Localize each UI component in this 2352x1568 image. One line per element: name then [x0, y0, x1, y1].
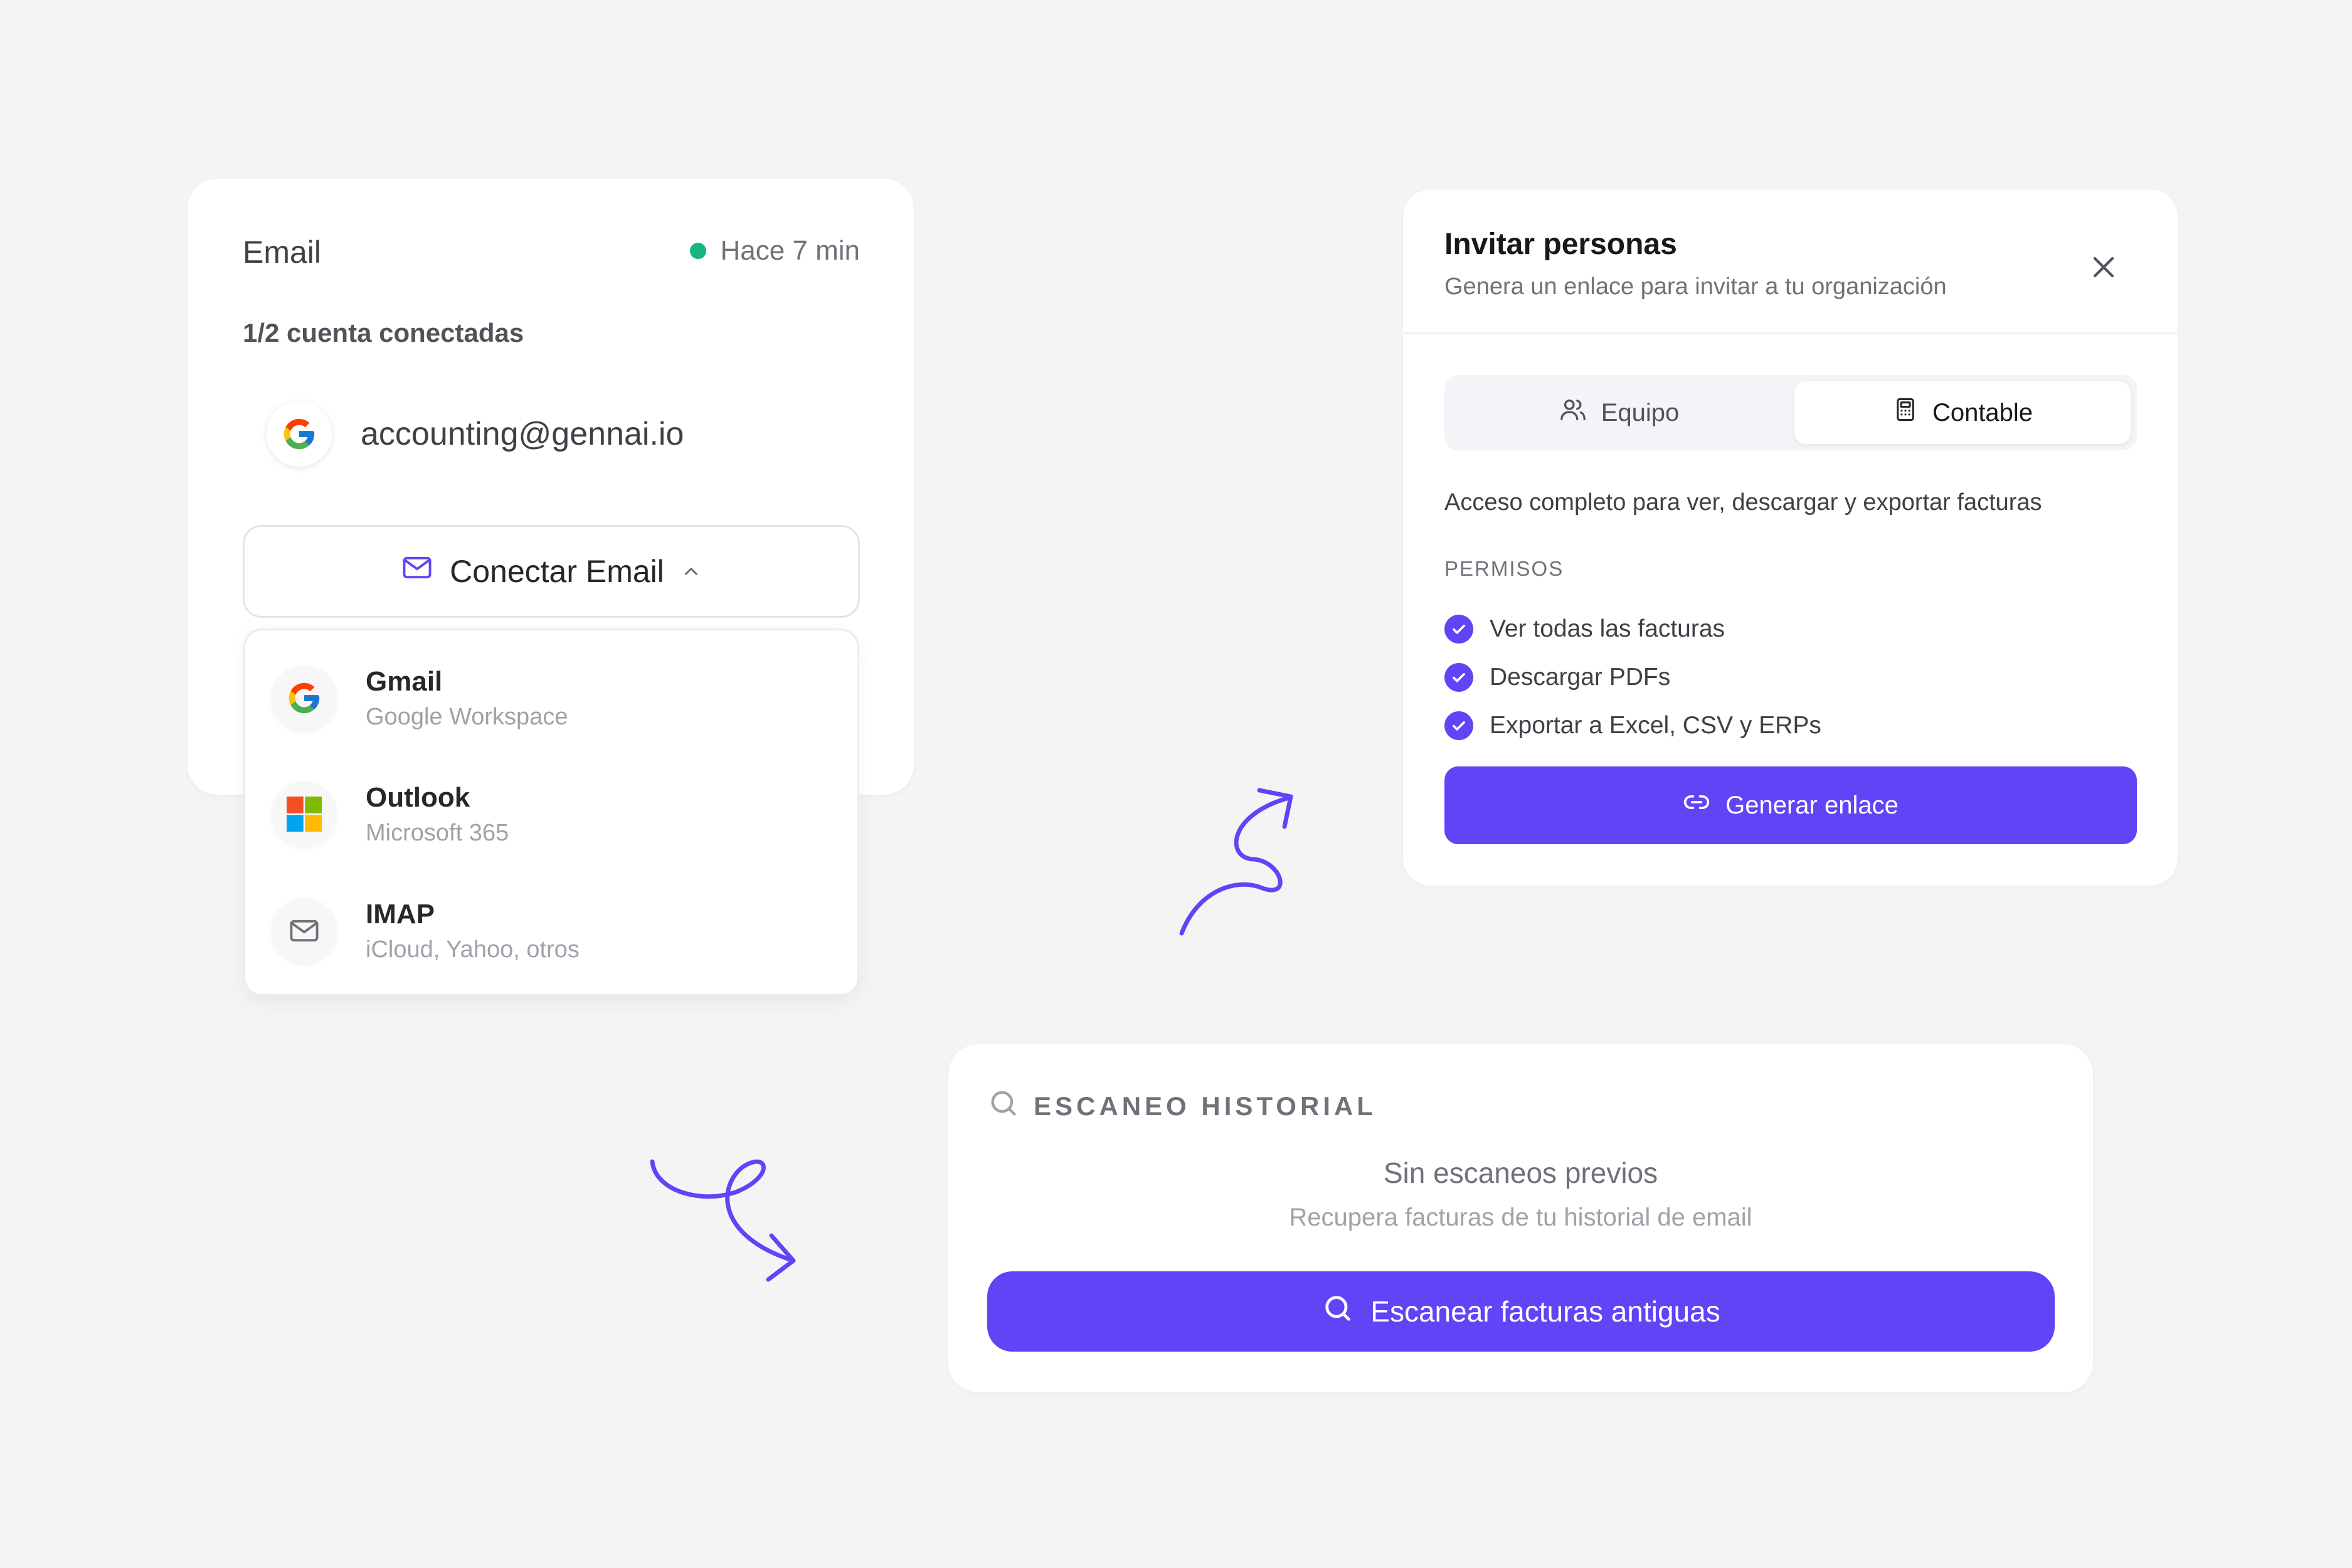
status-dot-icon: [690, 243, 707, 259]
role-segmented-control: Equipo Contable: [1444, 375, 2137, 450]
scan-heading: ESCANEO HISTORIAL: [987, 1087, 1377, 1126]
permission-item: Ver todas las facturas: [1444, 605, 1821, 653]
permissions-heading: PERMISOS: [1444, 557, 1564, 580]
close-icon[interactable]: [2086, 250, 2121, 285]
scan-heading-text: ESCANEO HISTORIAL: [1034, 1091, 1377, 1121]
tab-equipo[interactable]: Equipo: [1451, 381, 1787, 444]
tab-label: Contable: [1932, 398, 2033, 426]
permission-item: Exportar a Excel, CSV y ERPs: [1444, 701, 1821, 750]
divider: [1403, 332, 2178, 334]
history-scan-card: ESCANEO HISTORIAL Sin escaneos previos R…: [948, 1044, 2093, 1392]
users-icon: [1559, 395, 1587, 430]
provider-name: Outlook: [366, 781, 470, 813]
email-card-title: Email: [243, 235, 322, 270]
generate-link-label: Generar enlace: [1725, 791, 1899, 819]
google-icon: [267, 401, 332, 467]
search-icon: [987, 1087, 1020, 1126]
invite-subtitle: Genera un enlace para invitar a tu organ…: [1444, 273, 1947, 300]
check-circle-icon: [1444, 614, 1473, 644]
accounts-count: 1/2 cuenta conectadas: [243, 318, 524, 347]
provider-gmail[interactable]: Gmail Google Workspace: [272, 665, 836, 731]
scan-button-label: Escanear facturas antiguas: [1370, 1295, 1720, 1328]
sync-status-text: Hace 7 min: [720, 235, 860, 266]
permission-label: Exportar a Excel, CSV y ERPs: [1490, 711, 1821, 739]
calculator-icon: [1892, 396, 1919, 429]
connect-email-button[interactable]: Conectar Email: [243, 525, 860, 618]
permissions-list: Ver todas las facturas Descargar PDFs Ex…: [1444, 605, 1821, 750]
mail-icon: [272, 898, 337, 963]
invite-card: Invitar personas Genera un enlace para i…: [1403, 189, 2178, 886]
squiggle-arrow-up-icon: [1179, 788, 1293, 936]
check-circle-icon: [1444, 711, 1473, 740]
connected-account[interactable]: accounting@gennai.io: [267, 401, 684, 467]
provider-name: IMAP: [366, 898, 435, 930]
chevron-up-icon: [681, 553, 702, 590]
empty-state-subtitle: Recupera facturas de tu historial de ema…: [1289, 1204, 1752, 1231]
permission-item: Descargar PDFs: [1444, 653, 1821, 701]
tab-contable[interactable]: Contable: [1794, 381, 2131, 444]
provider-outlook[interactable]: Outlook Microsoft 365: [272, 781, 836, 847]
invite-title: Invitar personas: [1444, 228, 1677, 261]
permission-label: Descargar PDFs: [1490, 663, 1671, 691]
microsoft-icon: [272, 781, 337, 847]
sync-status: Hace 7 min: [690, 235, 860, 267]
email-provider-menu: Gmail Google Workspace Outlook Microsoft…: [243, 628, 859, 996]
provider-subtitle: iCloud, Yahoo, otros: [366, 936, 580, 963]
link-icon: [1683, 788, 1710, 822]
generate-link-button[interactable]: Generar enlace: [1444, 766, 2137, 844]
empty-state-title: Sin escaneos previos: [1383, 1157, 1658, 1189]
google-icon: [272, 665, 337, 731]
account-email: accounting@gennai.io: [361, 416, 684, 452]
check-circle-icon: [1444, 662, 1473, 692]
envelope-icon: [401, 551, 433, 591]
scan-old-invoices-button[interactable]: Escanear facturas antiguas: [987, 1271, 2055, 1352]
squiggle-arrow-down-icon: [650, 1159, 796, 1282]
role-description: Acceso completo para ver, descargar y ex…: [1444, 489, 2042, 516]
permission-label: Ver todas las facturas: [1490, 615, 1725, 642]
provider-subtitle: Google Workspace: [366, 703, 568, 730]
search-icon: [1322, 1292, 1354, 1332]
provider-imap[interactable]: IMAP iCloud, Yahoo, otros: [272, 898, 836, 963]
tab-label: Equipo: [1601, 398, 1680, 426]
provider-subtitle: Microsoft 365: [366, 819, 509, 846]
connect-email-label: Conectar Email: [450, 554, 664, 589]
provider-name: Gmail: [366, 665, 443, 697]
